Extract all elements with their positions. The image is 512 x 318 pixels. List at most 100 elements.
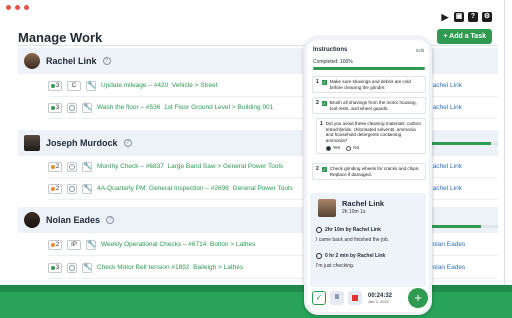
- card-person-name: Rachel Link: [342, 199, 385, 208]
- assignee-link[interactable]: Nolan Eades: [428, 241, 465, 248]
- radio-no[interactable]: No: [346, 145, 359, 151]
- table-row[interactable]: 3 🔧 Check Motor Belt tension #1892 Baile…: [48, 257, 303, 279]
- assignee-link[interactable]: Rachel Link: [428, 163, 462, 170]
- timer-readout: 00:24:32 Jan 3, 2022: [368, 292, 393, 304]
- group-header: Nolan Eades ?: [18, 207, 303, 233]
- status-dot: [50, 242, 55, 247]
- instruction-step[interactable]: 1 ✓ Make sure shavings and debris are co…: [312, 76, 426, 94]
- priority-badge: 3: [48, 102, 62, 113]
- card-elapsed: 2h 10m 1s: [342, 209, 366, 215]
- priority-badge: 2: [48, 161, 62, 172]
- table-row[interactable]: 3 🔧 Wash the floor – #536 1st Floor Grou…: [48, 97, 303, 119]
- task-title[interactable]: 4A-Quarterly PM: General Inspection – #2…: [97, 185, 293, 192]
- person-name: Rachel Link: [46, 56, 97, 66]
- priority-badge: 2: [48, 183, 62, 194]
- table-row-right: Rachel Link: [428, 97, 498, 119]
- status-circle-icon[interactable]: [67, 161, 77, 172]
- checkbox-icon[interactable]: ✓: [321, 167, 327, 172]
- table-row[interactable]: 2 IP 🔧 Weekly Operational Checks – #6714…: [48, 234, 303, 256]
- window-controls: [6, 5, 29, 10]
- completion-bar: [313, 67, 425, 70]
- status-dot: [50, 105, 55, 110]
- gear-icon[interactable]: ⚙: [482, 12, 492, 22]
- group-header-right: [428, 207, 498, 233]
- priority-badge: 3: [48, 262, 62, 273]
- status-dot: [50, 265, 55, 270]
- close-dot[interactable]: [6, 5, 11, 10]
- table-row[interactable]: 2 🔧 4A-Quarterly PM: General Inspection …: [48, 178, 303, 200]
- stop-button[interactable]: [348, 291, 362, 305]
- task-kind-badge: IP: [67, 239, 81, 250]
- status-circle-icon[interactable]: [67, 183, 77, 194]
- complete-check-button[interactable]: ✓: [312, 291, 326, 305]
- minimize-dot[interactable]: [15, 5, 20, 10]
- instruction-step[interactable]: 2 ✓ Brush all shavings from the motor ho…: [312, 97, 426, 115]
- time-log-card: Rachel Link 2h 10m 1s 2hr 10m by Rachel …: [310, 193, 426, 287]
- phone-preview: Instructions Edit Completed: 100% 1 ✓ Ma…: [304, 37, 432, 315]
- add-icon[interactable]: ▣: [454, 12, 464, 22]
- wrench-icon[interactable]: 🔧: [86, 80, 96, 91]
- task-title[interactable]: Monthy Check – #6837 Large Band Saw > Ge…: [97, 163, 283, 170]
- task-title[interactable]: Update mileage – #420 Vehicle > Street: [101, 82, 218, 89]
- table-row-right: Nolan Eades: [428, 234, 498, 256]
- completed-label: Completed: 100%: [313, 59, 353, 65]
- log-entry-title: 0 hr 2 min by Rachel Link: [316, 253, 385, 259]
- add-task-button[interactable]: + Add a Task: [437, 29, 492, 44]
- radio-yes[interactable]: Yes: [325, 145, 340, 151]
- wrench-icon[interactable]: 🔧: [82, 161, 92, 172]
- edit-link[interactable]: Edit: [416, 48, 424, 53]
- maximize-dot[interactable]: [24, 5, 29, 10]
- instructions-header: Instructions: [313, 47, 348, 53]
- table-row[interactable]: 2 🔧 Monthy Check – #6837 Large Band Saw …: [48, 156, 303, 178]
- instruction-step[interactable]: 2 ✓ Check grinding wheels for cracks and…: [312, 163, 426, 181]
- table-row[interactable]: 3 C 🔧 Update mileage – #420 Vehicle > St…: [48, 75, 303, 97]
- table-row-right: Rachel Link: [428, 156, 498, 178]
- task-title[interactable]: Check Motor Belt tension #1892 Baileigh …: [97, 264, 243, 271]
- table-row-right: Nolan Eades: [428, 257, 498, 279]
- log-note: I came back and finished the job.: [316, 237, 390, 243]
- instruction-question[interactable]: 1 Did you avoid these cleaning materials…: [316, 118, 426, 154]
- person-name: Nolan Eades: [46, 215, 101, 225]
- status-circle-icon[interactable]: [67, 102, 77, 113]
- status-dot: [50, 164, 55, 169]
- group-header: Rachel Link ?: [18, 48, 303, 74]
- clock-icon: [316, 227, 322, 233]
- help-icon[interactable]: ?: [106, 216, 115, 224]
- play-icon[interactable]: ▶: [440, 12, 450, 22]
- wrench-icon[interactable]: 🔧: [82, 102, 92, 113]
- group-progress: [428, 225, 498, 228]
- avatar: [24, 212, 40, 228]
- status-dot: [50, 186, 55, 191]
- table-row-right: Rachel Link: [428, 75, 498, 97]
- page-title: Manage Work: [18, 30, 103, 45]
- timer-bar: ✓ II 00:24:32 Jan 3, 2022 +: [312, 288, 428, 308]
- priority-badge: 2: [48, 239, 62, 250]
- pause-button[interactable]: II: [330, 291, 344, 305]
- wrench-icon[interactable]: 🔧: [86, 239, 96, 250]
- answer-options: Yes No: [325, 145, 422, 151]
- task-title[interactable]: Wash the floor – #536 1st Floor Ground L…: [97, 104, 273, 111]
- wrench-icon[interactable]: 🔧: [82, 183, 92, 194]
- help-icon[interactable]: ?: [123, 139, 132, 147]
- assignee-link[interactable]: Rachel Link: [428, 82, 462, 89]
- checkbox-icon[interactable]: ✓: [321, 80, 327, 85]
- task-kind-badge: C: [67, 80, 81, 91]
- add-fab-button[interactable]: +: [408, 288, 428, 308]
- help-icon[interactable]: ?: [468, 12, 478, 22]
- help-icon[interactable]: ?: [102, 57, 111, 65]
- wrench-icon[interactable]: 🔧: [82, 262, 92, 273]
- log-note: I'm just checking.: [316, 263, 355, 269]
- assignee-link[interactable]: Rachel Link: [428, 104, 462, 111]
- avatar: [318, 199, 336, 217]
- checkbox-icon[interactable]: ✓: [321, 101, 327, 106]
- assignee-link[interactable]: Nolan Eades: [428, 264, 465, 271]
- status-circle-icon[interactable]: [67, 262, 77, 273]
- stop-icon: [352, 295, 358, 301]
- assignee-link[interactable]: Rachel Link: [428, 185, 462, 192]
- group-progress: [428, 142, 498, 145]
- priority-badge: 3: [48, 80, 62, 91]
- green-base-edge: [0, 285, 512, 292]
- task-title[interactable]: Weekly Operational Checks – #6714 Bolton…: [101, 241, 255, 248]
- log-entry-title: 2hr 10m by Rachel Link: [316, 227, 381, 233]
- group-header-right: [428, 48, 498, 74]
